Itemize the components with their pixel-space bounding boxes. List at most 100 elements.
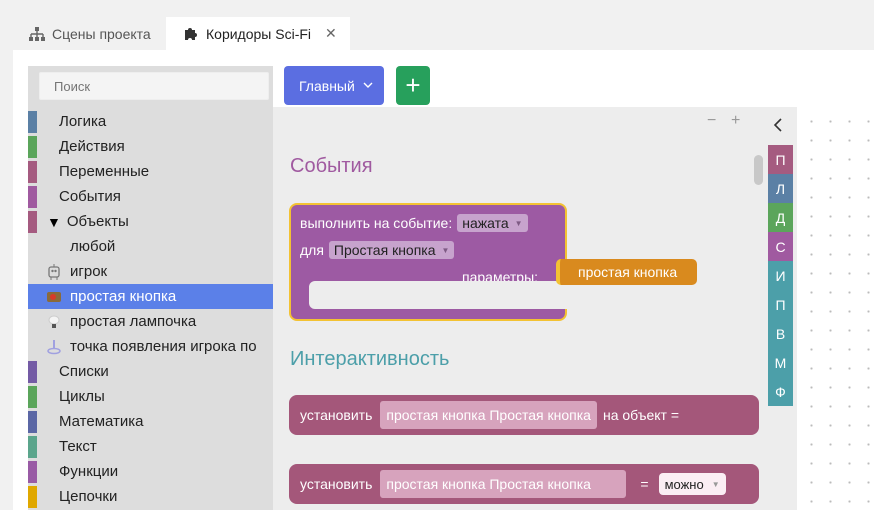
event-handler-block[interactable]: выполнить на событие: нажата ▼ для Прост… (289, 203, 567, 321)
category-variables[interactable]: Переменные (28, 159, 273, 184)
mini-category-i[interactable]: И (768, 261, 793, 290)
tab-bar: Сцены проекта Коридоры Sci-Fi ✕ (0, 0, 874, 50)
search-input[interactable] (39, 72, 269, 100)
category-color-bar (28, 485, 37, 508)
value-dropdown-text: можно (664, 476, 704, 492)
category-simple-button[interactable]: простая кнопка (28, 284, 273, 309)
category-color-bar (28, 110, 37, 133)
category-color-bar (28, 410, 37, 433)
object-slot[interactable]: простая кнопка Простая кнопка (380, 470, 627, 498)
set-label: установить (300, 407, 373, 423)
expand-triangle-icon[interactable]: ▼ (47, 214, 61, 230)
interactivity-heading: Интерактивность (290, 348, 450, 370)
main-button-label: Главный (299, 77, 355, 94)
add-button[interactable]: + (396, 66, 430, 105)
mini-category-l[interactable]: Л (768, 174, 793, 203)
category-label: Объекты (66, 213, 129, 230)
target-line: для Простая кнопка ▼ (300, 240, 455, 260)
category-objects[interactable]: ▼ Объекты (28, 209, 273, 234)
category-player[interactable]: игрок (28, 259, 273, 284)
button-object-icon (46, 289, 62, 305)
object-slot-text: простая кнопка Простая кнопка (386, 476, 591, 492)
event-line: выполнить на событие: нажата ▼ (300, 213, 528, 233)
zoom-in-icon[interactable]: + (731, 112, 740, 130)
dropdown-arrow-icon: ▼ (711, 479, 720, 489)
category-color-bar (28, 385, 37, 408)
category-events[interactable]: События (28, 184, 273, 209)
toolbox: Логика Действия Переменные События ▼ Объ… (28, 66, 273, 510)
category-functions[interactable]: Функции (28, 459, 273, 484)
tab-label: Коридоры Sci-Fi (206, 25, 312, 42)
mini-category-m[interactable]: М (768, 348, 793, 377)
event-label: выполнить на событие: (300, 215, 453, 231)
param-block-simple-button[interactable]: простая кнопка (556, 259, 697, 285)
param-label: простая кнопка (578, 264, 678, 280)
category-label: простая лампочка (70, 313, 197, 330)
category-any[interactable]: любой (28, 234, 273, 259)
category-label: События (59, 188, 121, 205)
chevron-left-icon[interactable] (773, 116, 783, 137)
set-suffix-label: на объект = (602, 407, 680, 423)
dropdown-arrow-icon: ▼ (514, 218, 523, 228)
category-label: простая кнопка (70, 288, 177, 305)
target-label: для (300, 242, 324, 258)
category-label: Математика (59, 413, 144, 430)
mini-category-p1[interactable]: П (768, 145, 793, 174)
category-label: точка появления игрока по (70, 338, 257, 355)
workspace-grid (800, 108, 874, 510)
mini-category-v[interactable]: В (768, 319, 793, 348)
value-dropdown[interactable]: можно ▼ (658, 473, 726, 495)
puzzle-icon (182, 26, 200, 42)
target-dropdown[interactable]: Простая кнопка ▼ (328, 241, 455, 259)
dropdown-arrow-icon: ▼ (441, 245, 450, 255)
category-logic[interactable]: Логика (28, 109, 273, 134)
mini-category-d[interactable]: Д (768, 203, 793, 232)
category-chains[interactable]: Цепочки (28, 484, 273, 509)
category-lists[interactable]: Списки (28, 359, 273, 384)
category-label: Цепочки (59, 488, 118, 505)
category-color-bar (28, 460, 37, 483)
set-on-object-block[interactable]: установить простая кнопка Простая кнопка… (289, 395, 759, 435)
tab-project-scenes[interactable]: Сцены проекта (28, 17, 151, 50)
mini-category-p2[interactable]: П (768, 290, 793, 319)
category-color-bar (28, 135, 37, 158)
set-label: установить (300, 476, 373, 492)
category-label: Переменные (59, 163, 150, 180)
category-label: игрок (70, 263, 108, 280)
mini-category-f[interactable]: Ф (768, 377, 793, 406)
category-player-spawn[interactable]: точка появления игрока по (28, 334, 273, 359)
block-flyout: − + События выполнить на событие: нажата… (273, 107, 797, 510)
equals-label: = (640, 476, 649, 492)
chevron-down-icon (363, 80, 373, 92)
category-label: Действия (59, 138, 125, 155)
close-icon[interactable]: ✕ (325, 25, 337, 42)
event-dropdown[interactable]: нажата ▼ (457, 214, 528, 232)
category-label: Функции (59, 463, 119, 480)
statement-slot (309, 281, 567, 309)
target-dropdown-value: Простая кнопка (333, 242, 436, 258)
set-value-block[interactable]: установить простая кнопка Простая кнопка… (289, 464, 759, 504)
category-label: Логика (59, 113, 107, 130)
tab-label: Сцены проекта (52, 25, 151, 42)
lamp-icon (46, 314, 62, 330)
category-loops[interactable]: Циклы (28, 384, 273, 409)
main-function-dropdown[interactable]: Главный (284, 66, 384, 105)
zoom-out-icon[interactable]: − (707, 112, 716, 130)
events-heading: События (290, 155, 373, 177)
flyout-scrollbar[interactable] (754, 155, 763, 185)
category-color-bar (28, 210, 37, 233)
category-color-bar (28, 435, 37, 458)
event-dropdown-value: нажата (462, 215, 509, 231)
mini-category-s[interactable]: С (768, 232, 793, 261)
category-text[interactable]: Текст (28, 434, 273, 459)
category-label: Циклы (59, 388, 105, 405)
category-actions[interactable]: Действия (28, 134, 273, 159)
object-slot[interactable]: простая кнопка Простая кнопка (380, 401, 597, 429)
category-simple-lamp[interactable]: простая лампочка (28, 309, 273, 334)
category-color-bar (28, 160, 37, 183)
tab-sci-fi-corridors[interactable]: Коридоры Sci-Fi ✕ (166, 17, 350, 50)
category-math[interactable]: Математика (28, 409, 273, 434)
category-color-bar (28, 360, 37, 383)
category-label: любой (70, 238, 116, 255)
spawn-point-icon (46, 339, 62, 355)
